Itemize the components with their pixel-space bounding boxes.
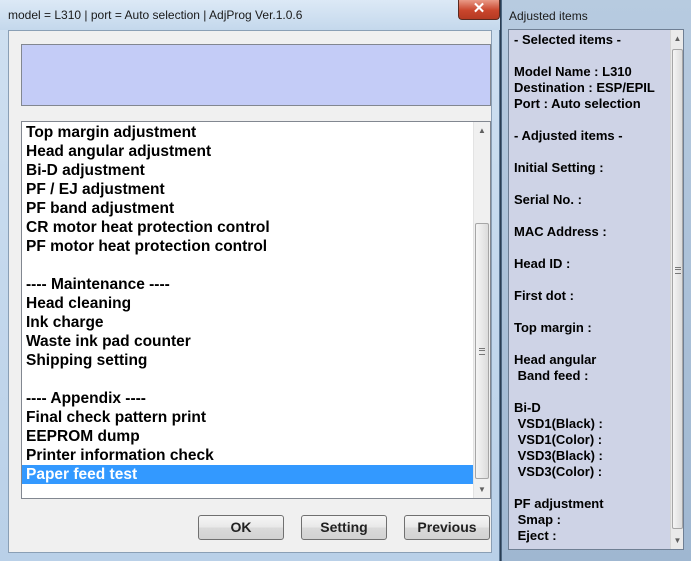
window-title: model = L310 | port = Auto selection | A… <box>8 8 303 22</box>
menu-list[interactable]: Top margin adjustment Head angular adjust… <box>21 121 491 499</box>
main-window: model = L310 | port = Auto selection | A… <box>0 0 500 561</box>
adjusted-item-line: VSD1(Black) : <box>514 416 603 431</box>
scrollbar-grip-icon <box>479 348 485 355</box>
menu-item[interactable]: Top margin adjustment <box>22 123 473 142</box>
menu-item[interactable]: Head cleaning <box>22 294 473 313</box>
scroll-down-arrow-icon[interactable]: ▼ <box>474 481 490 498</box>
adjusted-item-line: First dot : <box>514 288 574 303</box>
adjusted-item-line: Eject : <box>514 528 557 543</box>
menu-list-scrollbar[interactable]: ▲ ▼ <box>473 122 490 498</box>
adjusted-item-line: Band feed : <box>514 368 589 383</box>
setting-button[interactable]: Setting <box>301 515 387 540</box>
adjusted-item-line: Model Name : L310 <box>514 64 632 79</box>
scroll-up-arrow-icon[interactable]: ▲ <box>474 122 490 139</box>
scrollbar-thumb[interactable] <box>475 223 489 479</box>
adjusted-item-line: MAC Address : <box>514 224 607 239</box>
scroll-down-arrow-icon[interactable]: ▼ <box>671 532 683 549</box>
adjusted-item-line: Destination : ESP/EPIL <box>514 80 655 95</box>
menu-item[interactable]: Printer information check <box>22 446 473 465</box>
ok-button[interactable]: OK <box>198 515 284 540</box>
adjusted-item-line: Top margin : <box>514 320 592 335</box>
message-panel <box>21 44 491 106</box>
adjusted-item-line: VSD1(Color) : <box>514 432 603 447</box>
menu-item[interactable]: ---- Appendix ---- <box>22 389 473 408</box>
adjusted-item-line: Bi-D <box>514 400 541 415</box>
menu-item[interactable]: PF band adjustment <box>22 199 473 218</box>
adjusted-panel-scrollbar[interactable]: ▲ ▼ <box>670 30 683 549</box>
close-icon: ✕ <box>472 0 486 17</box>
menu-item[interactable]: Final check pattern print <box>22 408 473 427</box>
menu-item[interactable]: Head angular adjustment <box>22 142 473 161</box>
adjusted-item-line: VSD3(Black) : <box>514 448 603 463</box>
menu-spacer <box>22 256 473 275</box>
menu-item[interactable]: ---- Maintenance ---- <box>22 275 473 294</box>
client-area: Top margin adjustment Head angular adjust… <box>8 30 492 553</box>
adjusted-item-line: Initial Setting : <box>514 160 604 175</box>
adjusted-items-window: Adjusted items - Selected items - Model N… <box>501 0 691 561</box>
menu-item[interactable]: Waste ink pad counter <box>22 332 473 351</box>
adjusted-items-panel: - Selected items - Model Name : L310 Desti… <box>508 29 684 550</box>
title-bar[interactable]: model = L310 | port = Auto selection | A… <box>0 0 500 30</box>
adjusted-item-line: Port : Auto selection <box>514 96 641 111</box>
menu-item[interactable]: CR motor heat protection control <box>22 218 473 237</box>
menu-item[interactable]: Shipping setting <box>22 351 473 370</box>
scrollbar-grip-icon <box>675 267 681 274</box>
menu-item[interactable]: Bi-D adjustment <box>22 161 473 180</box>
menu-item[interactable]: Paper feed test <box>22 465 473 484</box>
scrollbar-thumb[interactable] <box>672 49 683 529</box>
adjusted-item-line: Head angular <box>514 352 597 367</box>
adjusted-item-line: PF adjustment <box>514 496 604 511</box>
previous-button[interactable]: Previous <box>404 515 490 540</box>
menu-item[interactable]: EEPROM dump <box>22 427 473 446</box>
close-button[interactable]: ✕ <box>458 0 500 20</box>
menu-item[interactable]: Ink charge <box>22 313 473 332</box>
scroll-up-arrow-icon[interactable]: ▲ <box>671 30 683 47</box>
menu-item[interactable]: PF motor heat protection control <box>22 237 473 256</box>
adjusted-item-line: - Adjusted items - <box>514 128 623 143</box>
adjusted-item-line: Smap : <box>514 512 561 527</box>
menu-item[interactable]: PF / EJ adjustment <box>22 180 473 199</box>
adjusted-item-line: - Selected items - <box>514 32 621 47</box>
adjusted-item-line: Serial No. : <box>514 192 582 207</box>
adjusted-window-title: Adjusted items <box>509 9 588 23</box>
adjusted-item-line: Head ID : <box>514 256 571 271</box>
menu-spacer <box>22 370 473 389</box>
adjusted-item-line: VSD3(Color) : <box>514 464 603 479</box>
